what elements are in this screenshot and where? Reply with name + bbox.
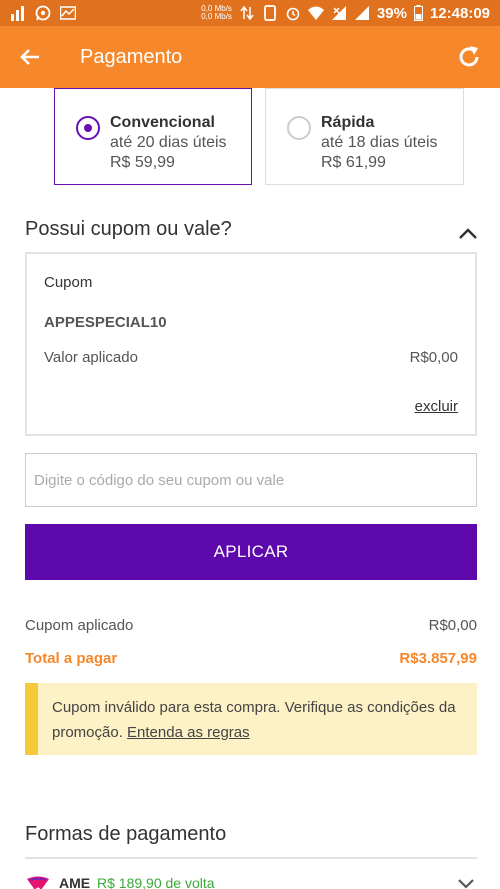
cashback-text: R$ 189,90 de volta [97,875,215,889]
coupon-code: APPESPECIAL10 [44,314,167,331]
total-label: Total a pagar [25,650,118,667]
total-row: Total a pagar R$3.857,99 [25,650,477,667]
shipping-option-rapida[interactable]: Rápida até 18 dias úteis R$ 61,99 [265,88,464,185]
payment-method-ame[interactable]: AME R$ 189,90 de volta [25,873,477,889]
coupon-applied-value: R$0,00 [428,617,477,634]
divider [25,857,477,859]
shipping-price: R$ 59,99 [110,154,175,171]
payment-section-title: Formas de pagamento [25,823,227,845]
coupon-code-input[interactable] [25,453,477,507]
ame-logo-icon [27,876,49,889]
apply-coupon-button[interactable]: APLICAR [25,524,477,580]
signal-icon [354,6,369,20]
refresh-button[interactable] [438,26,500,88]
shipping-price: R$ 61,99 [321,154,386,171]
coupon-applied-row: Cupom aplicado R$0,00 [25,617,477,634]
shipping-eta: até 18 dias úteis [321,134,438,151]
payment-method-name: AME [59,875,91,889]
invalid-coupon-alert: Cupom inválido para esta compra. Verifiq… [25,683,477,755]
activity-chart-icon [60,6,76,20]
page-title: Pagamento [80,45,183,68]
radio-selected-icon[interactable] [76,116,100,140]
signal-bars-icon [11,6,24,21]
refresh-icon [459,46,479,67]
coupon-section-title: Possui cupom ou vale? [25,218,232,240]
battery-icon [413,5,423,21]
coupon-applied-label: Cupom aplicado [25,617,134,634]
radio-unselected-icon[interactable] [287,116,311,140]
shipping-name: Rápida [321,114,375,131]
phone-icon [264,5,276,21]
status-bar: 0,0 Mb/s 0,0 Mb/s 39% 12:48:09 [0,0,500,26]
applied-value: R$0,00 [409,349,458,366]
alarm-icon [286,7,300,21]
chevron-down-icon[interactable] [457,878,475,889]
net-down-text: 0,0 Mb/s [201,12,232,21]
back-button[interactable] [0,26,60,88]
signal-x-icon [331,6,346,20]
data-transfer-icon [240,5,254,21]
rules-link[interactable]: Entenda as regras [127,724,250,741]
chevron-up-icon[interactable] [458,226,478,240]
shipping-option-convencional[interactable]: Convencional até 20 dias úteis R$ 59,99 [54,88,252,185]
shipping-eta: até 20 dias úteis [110,134,227,151]
remove-coupon-link[interactable]: excluir [415,398,458,415]
shipping-name: Convencional [110,114,215,131]
applied-coupon-card: Cupom APPESPECIAL10 Valor aplicado R$0,0… [25,252,477,436]
alert-text: Cupom inválido para esta compra. Verifiq… [52,699,456,741]
clock: 12:48:09 [429,4,490,22]
app-bar: Pagamento [0,26,500,88]
applied-value-label: Valor aplicado [44,349,138,366]
total-value: R$3.857,99 [399,650,477,667]
wifi-icon [307,6,324,20]
arrow-left-icon [20,49,39,65]
battery-percent: 39% [376,4,407,22]
network-speed: 0,0 Mb/s 0,0 Mb/s [201,5,232,21]
coupon-label: Cupom [44,274,93,291]
whatsapp-icon [35,5,51,21]
